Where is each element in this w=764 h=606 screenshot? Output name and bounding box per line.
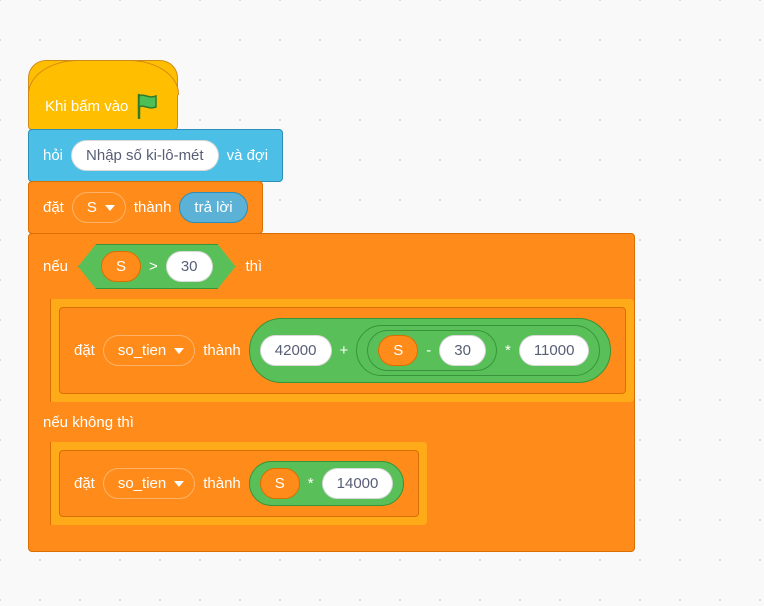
answer-reporter[interactable]: trả lời xyxy=(179,192,247,223)
chevron-down-icon xyxy=(105,205,115,211)
else-arm: đặt so_tien thành S * 14000 xyxy=(29,442,634,525)
variable-dropdown-so-tien-then[interactable]: so_tien xyxy=(103,335,195,366)
mult-right-input[interactable]: 11000 xyxy=(519,335,590,366)
multiply-operator[interactable]: S - 30 * 11000 xyxy=(356,325,600,376)
ask-and-wait-block[interactable]: hỏi Nhập số ki-lô-mét và đợi xyxy=(28,129,283,182)
dropdown-label: so_tien xyxy=(118,475,166,492)
if-else-block[interactable]: nếu S > 30 thì đặt so_tien thành xyxy=(28,233,635,552)
when-flag-clicked-block[interactable]: Khi bấm vào xyxy=(28,60,178,130)
to-label-else: thành xyxy=(203,475,241,492)
then-arm: đặt so_tien thành 42000 + S - xyxy=(29,299,634,402)
gt-right-input[interactable]: 30 xyxy=(166,251,213,282)
plus-op: + xyxy=(340,342,349,359)
plus-operator[interactable]: 42000 + S - 30 * 11000 xyxy=(249,318,612,383)
if-label: nếu xyxy=(43,258,68,275)
ask-label-after: và đợi xyxy=(227,147,269,164)
then-label: thì xyxy=(246,258,263,275)
variable-reporter-s-else[interactable]: S xyxy=(260,468,300,499)
ask-prompt-input[interactable]: Nhập số ki-lô-mét xyxy=(71,140,219,171)
dropdown-label: so_tien xyxy=(118,342,166,359)
chevron-down-icon xyxy=(174,348,184,354)
set-label-else: đặt xyxy=(74,475,95,492)
multiply-op-else: * xyxy=(308,475,314,492)
set-so-tien-then-block[interactable]: đặt so_tien thành 42000 + S - xyxy=(59,307,626,394)
greater-than-boolean[interactable]: S > 30 xyxy=(78,244,235,289)
set-label: đặt xyxy=(43,199,64,216)
multiply-op: * xyxy=(505,342,511,359)
variable-reporter-s-inner[interactable]: S xyxy=(378,335,418,366)
c-block-foot xyxy=(29,525,634,551)
multiply-operator-else[interactable]: S * 14000 xyxy=(249,461,405,506)
set-so-tien-else-block[interactable]: đặt so_tien thành S * 14000 xyxy=(59,450,419,517)
gt-operator: > xyxy=(149,258,158,275)
to-label-then: thành xyxy=(203,342,241,359)
variable-dropdown-so-tien-else[interactable]: so_tien xyxy=(103,468,195,499)
hat-label: Khi bấm vào xyxy=(45,98,128,115)
variable-dropdown-s[interactable]: S xyxy=(72,192,126,223)
plus-left-input[interactable]: 42000 xyxy=(260,335,332,366)
chevron-down-icon xyxy=(174,481,184,487)
dropdown-label: S xyxy=(87,199,97,216)
else-label: nếu không thì xyxy=(43,414,134,431)
ask-label-before: hỏi xyxy=(43,147,63,164)
set-label-then: đặt xyxy=(74,342,95,359)
green-flag-icon xyxy=(136,93,160,119)
script-area: Khi bấm vào hỏi Nhập số ki-lô-mét và đợi… xyxy=(28,60,635,551)
minus-operator[interactable]: S - 30 xyxy=(367,330,497,371)
to-label: thành xyxy=(134,199,172,216)
set-variable-s-block[interactable]: đặt S thành trả lời xyxy=(28,181,263,234)
minus-op: - xyxy=(426,342,431,359)
else-head: nếu không thì xyxy=(29,402,634,442)
minus-right-input[interactable]: 30 xyxy=(439,335,486,366)
if-head: nếu S > 30 thì xyxy=(29,234,634,299)
variable-reporter-s[interactable]: S xyxy=(101,251,141,282)
mult-right-input-else[interactable]: 14000 xyxy=(322,468,394,499)
